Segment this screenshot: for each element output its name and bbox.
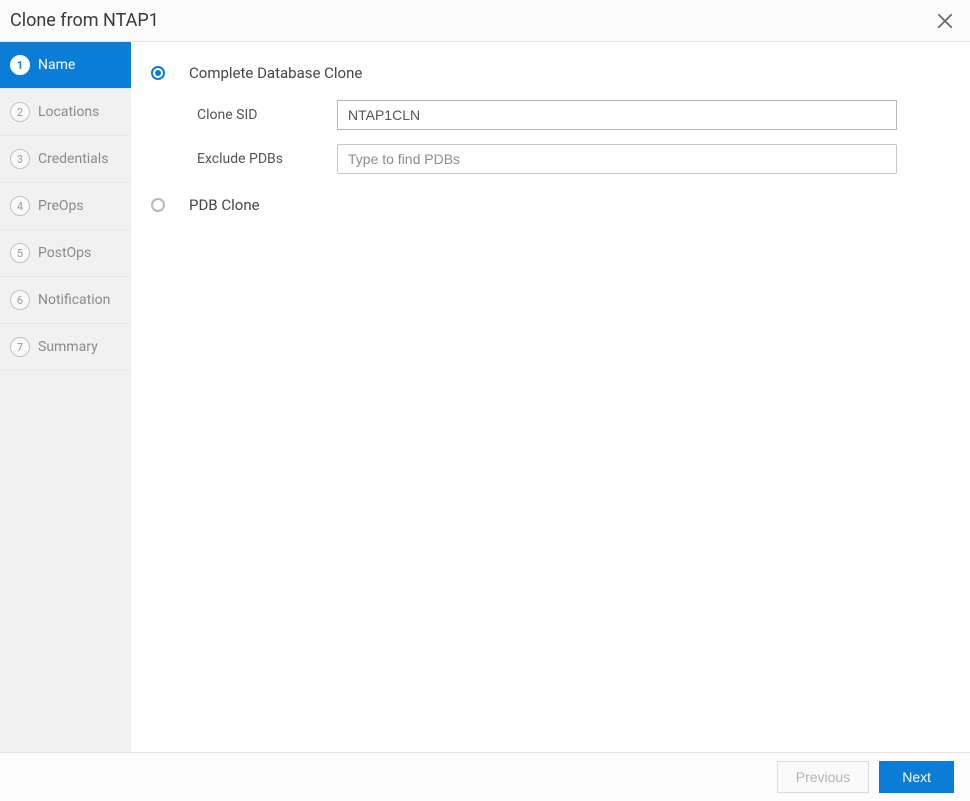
step-number: 5 <box>10 243 30 263</box>
previous-button: Previous <box>777 761 869 793</box>
step-number: 3 <box>10 149 30 169</box>
clone-sid-label: Clone SID <box>197 107 337 123</box>
radio-label-complete-db-clone: Complete Database Clone <box>189 64 362 82</box>
step-label: PostOps <box>38 245 91 261</box>
wizard-sidebar: 1 Name 2 Locations 3 Credentials 4 PreOp… <box>0 42 131 752</box>
exclude-pdbs-input[interactable] <box>337 144 897 174</box>
clone-sid-input[interactable] <box>337 100 897 130</box>
wizard-step-locations[interactable]: 2 Locations <box>0 89 131 136</box>
step-number: 2 <box>10 102 30 122</box>
main-panel: Complete Database Clone Clone SID Exclud… <box>131 42 970 752</box>
wizard-step-name[interactable]: 1 Name <box>0 42 131 89</box>
wizard-step-notification[interactable]: 6 Notification <box>0 277 131 324</box>
close-icon[interactable] <box>936 12 954 30</box>
step-label: Name <box>38 57 75 73</box>
step-number: 6 <box>10 290 30 310</box>
wizard-step-preops[interactable]: 4 PreOps <box>0 183 131 230</box>
step-number: 7 <box>10 337 30 357</box>
wizard-step-summary[interactable]: 7 Summary <box>0 324 131 371</box>
radio-complete-db-clone[interactable] <box>151 66 165 80</box>
step-label: Locations <box>38 104 99 120</box>
wizard-step-credentials[interactable]: 3 Credentials <box>0 136 131 183</box>
radio-pdb-clone[interactable] <box>151 198 165 212</box>
step-label: Summary <box>38 339 98 355</box>
step-label: Notification <box>38 292 110 308</box>
radio-label-pdb-clone: PDB Clone <box>189 196 260 214</box>
wizard-step-postops[interactable]: 5 PostOps <box>0 230 131 277</box>
exclude-pdbs-label: Exclude PDBs <box>197 151 337 167</box>
step-number: 1 <box>10 55 30 75</box>
step-label: PreOps <box>38 198 84 214</box>
step-label: Credentials <box>38 151 108 167</box>
dialog-title: Clone from NTAP1 <box>10 10 159 31</box>
dialog-footer: Previous Next <box>0 752 970 801</box>
step-number: 4 <box>10 196 30 216</box>
next-button[interactable]: Next <box>879 761 954 793</box>
